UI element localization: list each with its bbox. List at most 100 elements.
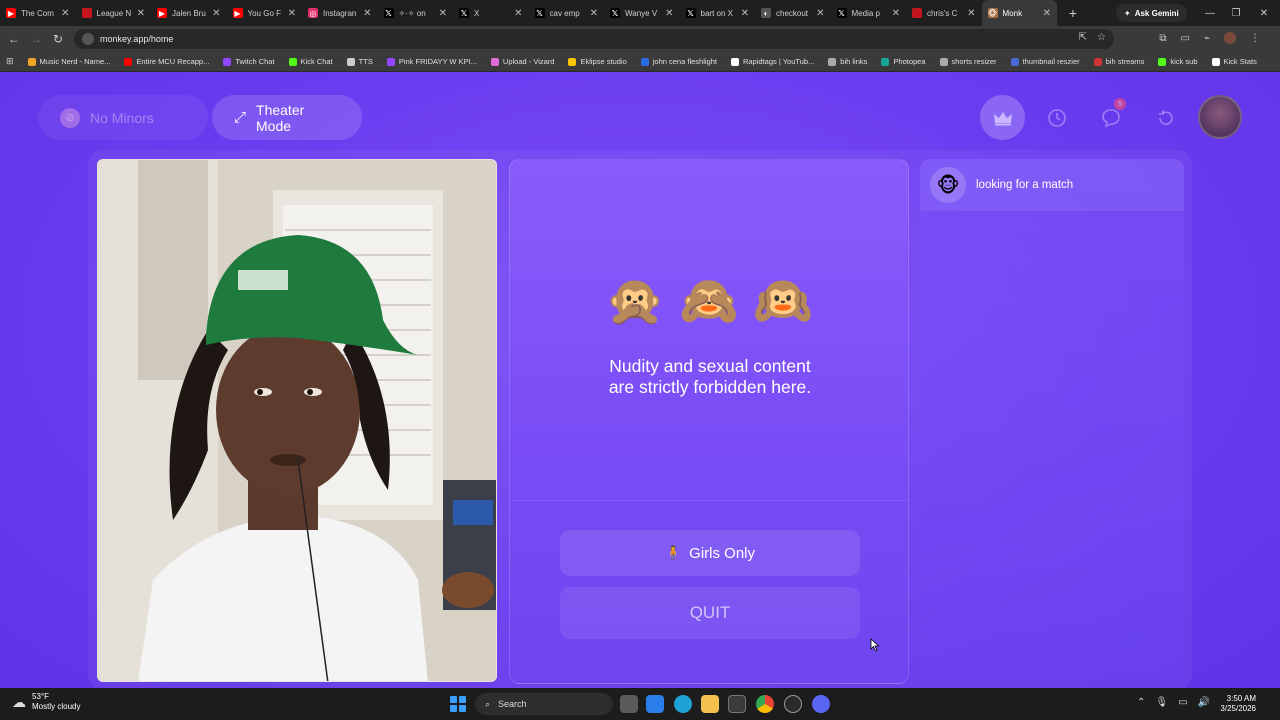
tab-close-icon[interactable]: ✕ xyxy=(816,8,824,19)
apps-grid-icon[interactable]: ⊞ xyxy=(6,56,14,67)
windows-start-icon[interactable] xyxy=(450,696,466,712)
obs-icon[interactable] xyxy=(784,695,802,713)
bookmark-item[interactable]: kick sub xyxy=(1158,57,1198,66)
monkey-avatar-icon: 🐵 xyxy=(930,167,966,203)
bookmark-item[interactable]: TTS xyxy=(346,57,373,66)
bookmark-item[interactable]: Music Nerd - Name... xyxy=(27,57,110,66)
tab-close-icon[interactable]: ✕ xyxy=(741,8,749,19)
tab-close-icon[interactable]: ✕ xyxy=(137,8,145,19)
bookmark-label: Photopea xyxy=(893,57,926,66)
back-icon[interactable]: ← xyxy=(3,28,25,50)
no-minors-toggle[interactable]: ⊘ No Minors xyxy=(38,95,208,140)
new-tab-button[interactable]: + xyxy=(1063,5,1083,21)
cast-icon[interactable]: ⌁ xyxy=(1204,33,1210,44)
user-avatar[interactable] xyxy=(1198,95,1242,139)
bookmark-item[interactable]: john cena fleshlight xyxy=(640,57,717,66)
profile-avatar[interactable] xyxy=(1224,32,1236,44)
mouse-cursor-icon xyxy=(870,638,880,652)
chrome-icon[interactable] xyxy=(756,695,774,713)
crown-button[interactable] xyxy=(980,95,1025,140)
bookmark-item[interactable]: bih links xyxy=(828,57,867,66)
extensions-icon[interactable]: ⧉ xyxy=(1159,33,1166,44)
theater-mode-button[interactable]: ⤢ Theater Mode xyxy=(212,95,362,140)
bookmark-item[interactable]: Photopea xyxy=(881,57,926,66)
clock-time: 3:50 AM xyxy=(1226,694,1256,703)
bookmark-label: kick sub xyxy=(1170,57,1198,66)
quit-button[interactable]: QUIT xyxy=(560,587,860,639)
tab-close-icon[interactable]: ✕ xyxy=(892,8,900,19)
browser-tab[interactable]: 𝕏 ✧·✧ on ✕ xyxy=(378,0,454,26)
browser-tab[interactable]: 𝕏 Wanye V ✕ xyxy=(604,0,680,26)
store-icon[interactable] xyxy=(728,695,746,713)
tab-close-icon[interactable]: ✕ xyxy=(1043,8,1051,19)
task-view-icon[interactable] xyxy=(620,695,638,713)
browser-tab[interactable]: 𝕏 Media p ✕ xyxy=(831,0,907,26)
menu-icon[interactable]: ⋮ xyxy=(1250,33,1260,44)
bookmark-item[interactable]: Twitch Chat xyxy=(223,57,275,66)
bookmark-star-icon[interactable]: ☆ xyxy=(1097,32,1106,43)
taskbar-clock[interactable]: 3:50 AM 3/25/2026 xyxy=(1220,694,1256,714)
reload-icon[interactable]: ↻ xyxy=(47,28,69,50)
browser-tab[interactable]: 🐵 Monk ✕ xyxy=(981,0,1057,26)
browser-tab[interactable]: ▶ Jalen Bru ✕ xyxy=(151,0,227,26)
edge-icon[interactable] xyxy=(674,695,692,713)
girls-only-label: Girls Only xyxy=(689,544,756,562)
person-icon: 🧍 xyxy=(664,545,682,560)
file-explorer-icon[interactable] xyxy=(701,695,719,713)
weather-widget[interactable]: ☁ 53°F Mostly cloudy xyxy=(12,692,80,712)
browser-tab[interactable]: ▶ The Com ✕ xyxy=(0,0,76,26)
messages-button[interactable]: 5 xyxy=(1088,95,1133,140)
copilot-icon[interactable] xyxy=(646,695,664,713)
restore-icon[interactable]: ❐ xyxy=(1222,0,1250,26)
rewind-button[interactable] xyxy=(1143,95,1188,140)
ask-gemini-button[interactable]: ✦ Ask Gemini xyxy=(1116,4,1187,22)
bookmark-item[interactable]: shorts resizer xyxy=(939,57,997,66)
minimize-icon[interactable]: — xyxy=(1196,0,1224,26)
network-icon[interactable]: ▭ xyxy=(1178,697,1187,708)
browser-tab[interactable]: League N ✕ xyxy=(76,0,152,26)
history-button[interactable] xyxy=(1034,95,1079,140)
browser-tab[interactable]: ▶ You Go F ✕ xyxy=(227,0,303,26)
tab-close-icon[interactable]: ✕ xyxy=(590,8,598,19)
tab-close-icon[interactable]: ✕ xyxy=(439,8,447,19)
browser-tab[interactable]: 𝕏cav emp ✕ xyxy=(529,0,605,26)
bookmark-item[interactable]: Kick Stats xyxy=(1211,57,1257,66)
forward-icon[interactable]: → xyxy=(25,28,47,50)
tab-title: Jalen Bru xyxy=(172,8,206,18)
install-app-icon[interactable]: ⇱ xyxy=(1079,32,1087,43)
taskbar-search[interactable]: ⌕ Search xyxy=(475,693,613,715)
girls-only-button[interactable]: 🧍 Girls Only xyxy=(560,530,860,576)
bookmark-item[interactable]: Rapidtags | YouTub... xyxy=(730,57,814,66)
browser-tab[interactable]: ◐ checkout ✕ xyxy=(755,0,831,26)
panel-divider xyxy=(510,500,910,501)
microphone-icon[interactable]: 🎙 xyxy=(1155,697,1168,708)
side-panel-icon[interactable]: ▭ xyxy=(1181,33,1190,44)
chevron-up-icon[interactable]: ⌃ xyxy=(1137,697,1145,708)
bookmark-item[interactable]: thumbnail reszier xyxy=(1010,57,1080,66)
bookmark-item[interactable]: bih streams xyxy=(1093,57,1144,66)
address-bar[interactable]: monkey.app/home ⇱ ☆ xyxy=(74,29,1114,49)
bookmark-item[interactable]: Pink FRIDAYY W KPI... xyxy=(386,57,477,66)
tab-close-icon[interactable]: ✕ xyxy=(514,8,522,19)
bookmark-item[interactable]: Kick Chat xyxy=(288,57,333,66)
speak-no-evil-monkey-icon: 🙊 xyxy=(605,275,665,328)
tab-close-icon[interactable]: ✕ xyxy=(967,8,975,19)
browser-tab[interactable]: 𝕏bart on X ✕ xyxy=(680,0,756,26)
bookmark-favicon-icon xyxy=(124,57,133,66)
bookmark-item[interactable]: Entire MCU Recapp... xyxy=(124,57,209,66)
tab-close-icon[interactable]: ✕ xyxy=(212,8,220,19)
discord-icon[interactable] xyxy=(812,695,830,713)
bookmark-item[interactable]: Upload - Vizard xyxy=(490,57,554,66)
tab-close-icon[interactable]: ✕ xyxy=(363,8,371,19)
browser-tab[interactable]: chris's C ✕ xyxy=(906,0,982,26)
browser-tab[interactable]: 𝕏 X ✕ xyxy=(453,0,529,26)
tab-favicon-icon: ▶ xyxy=(157,8,167,18)
volume-icon[interactable]: 🔊 xyxy=(1198,697,1210,708)
tab-close-icon[interactable]: ✕ xyxy=(288,8,296,19)
bookmark-item[interactable]: Eklipse studio xyxy=(568,57,627,66)
site-info-icon[interactable] xyxy=(82,33,94,45)
tab-close-icon[interactable]: ✕ xyxy=(665,8,673,19)
close-window-icon[interactable]: ✕ xyxy=(1250,0,1278,26)
browser-tab[interactable]: ◎ Instagran ✕ xyxy=(302,0,378,26)
tab-close-icon[interactable]: ✕ xyxy=(61,8,69,19)
